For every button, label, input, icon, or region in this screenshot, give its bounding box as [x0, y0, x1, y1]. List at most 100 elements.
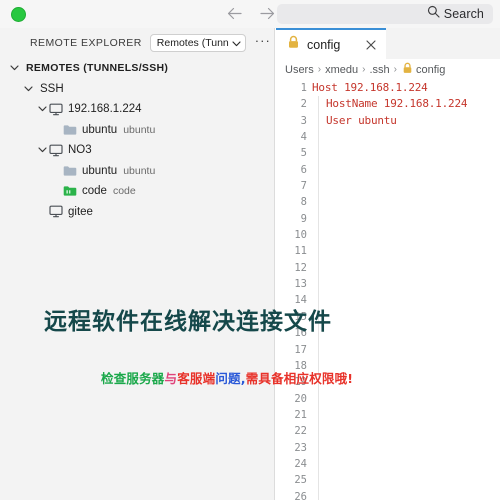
breadcrumb[interactable]: Users › xmedu › .ssh › config [276, 59, 500, 80]
remotes-dropdown[interactable]: Remotes (Tunnel: [149, 34, 246, 52]
line-number: 24 [294, 457, 307, 470]
tree-item-ubuntu[interactable]: ubuntu ubuntu [0, 120, 275, 141]
code-line[interactable]: 7 [276, 178, 500, 195]
watermark-subline-segment: 问题, [215, 371, 246, 386]
navigation-buttons [226, 4, 276, 22]
forward-icon[interactable] [258, 4, 276, 22]
sidebar-title: REMOTE EXPLORER [30, 37, 142, 49]
chevron-down-icon [232, 34, 241, 52]
chevron-down-icon[interactable] [8, 62, 21, 75]
indent-guide [318, 243, 319, 260]
code-text: User ubuntu [326, 113, 397, 127]
chevron-down-icon[interactable] [22, 82, 35, 95]
code-line[interactable]: 6 [276, 161, 500, 179]
close-icon[interactable] [365, 39, 377, 51]
watermark-subline-segment: 客服端 [177, 371, 216, 386]
search-icon [427, 5, 440, 23]
indent-guide [318, 406, 319, 424]
chevron-placeholder [50, 185, 63, 198]
sidebar-more-actions-button[interactable]: ··· [255, 34, 271, 50]
tree-item-ubuntu[interactable]: ubuntu ubuntu [0, 161, 275, 182]
breadcrumb-item[interactable]: .ssh [369, 64, 389, 76]
code-line[interactable]: 20 [276, 390, 500, 407]
chevron-down-icon[interactable] [36, 144, 49, 157]
code-line[interactable]: 12 [276, 259, 500, 277]
line-number: 8 [300, 196, 307, 209]
back-icon[interactable] [226, 4, 244, 22]
breadcrumb-separator-icon: › [362, 64, 366, 75]
line-number: 20 [294, 392, 307, 405]
sidebar: REMOTE EXPLORER Remotes (Tunnel: ··· REM… [0, 28, 275, 500]
tree-item-remotes-tunnels-ssh[interactable]: REMOTES (TUNNELS/SSH) [0, 58, 275, 79]
monitor-icon [49, 205, 63, 219]
code-text: Host 192.168.1.224 [312, 81, 428, 94]
line-number: 23 [294, 441, 307, 454]
breadcrumb-item[interactable]: xmedu [325, 64, 358, 76]
code-line[interactable]: 21 [276, 406, 500, 424]
code-line[interactable]: 8 [276, 194, 500, 211]
breadcrumb-item[interactable]: Users [285, 64, 314, 76]
monitor-icon [49, 143, 63, 157]
lock-icon [402, 62, 413, 77]
tree-item-code[interactable]: code code [0, 181, 275, 202]
line-number: 4 [300, 131, 307, 144]
indent-guide [318, 210, 319, 228]
code-line[interactable]: 17 [276, 341, 500, 358]
tree-item-192.168.1.224[interactable]: 192.168.1.224 [0, 99, 275, 120]
tree-item-gitee[interactable]: gitee [0, 202, 275, 223]
window-close-traffic-light[interactable] [11, 7, 26, 22]
breadcrumb-separator-icon: › [393, 64, 397, 75]
tree-item-ssh[interactable]: SSH [0, 79, 275, 100]
chevron-placeholder [36, 205, 49, 218]
line-number: 5 [300, 147, 307, 160]
tree-item-label: SSH [40, 82, 64, 95]
watermark-headline: 远程软件在线解决连接文件 [44, 308, 332, 335]
code-line[interactable]: 22 [276, 423, 500, 440]
code-line[interactable]: 1 Host 192.168.1.224 [276, 80, 500, 96]
code-line[interactable]: 4 [276, 129, 500, 146]
code-line[interactable]: 26 [276, 488, 500, 500]
search-input[interactable]: Search [277, 4, 493, 24]
breadcrumb-item[interactable]: config [416, 64, 445, 76]
line-number: 21 [294, 408, 307, 421]
line-number: 13 [294, 278, 307, 291]
code-line[interactable]: 10 [276, 227, 500, 244]
indent-guide [318, 439, 319, 456]
folder-icon [63, 164, 77, 178]
tab-config-label: config [307, 37, 341, 52]
folder-icon [63, 123, 77, 137]
code-line[interactable]: 3 User ubuntu [276, 112, 500, 130]
tab-config[interactable]: config [276, 28, 386, 59]
code-line[interactable]: 25 [276, 472, 500, 489]
code-editor[interactable]: 1 Host 192.168.1.224 2 HostName 192.168.1.2… [276, 80, 500, 500]
tree-item-label: REMOTES (TUNNELS/SSH) [26, 62, 169, 75]
line-number: 26 [294, 490, 307, 500]
code-text: HostName 192.168.1.224 [326, 97, 468, 111]
search-label: Search [443, 7, 484, 21]
code-line[interactable]: 11 [276, 243, 500, 260]
code-line[interactable]: 9 [276, 210, 500, 228]
tree-item-no3[interactable]: NO3 [0, 140, 275, 161]
indent-guide [318, 276, 319, 293]
indent-guide [318, 145, 319, 162]
indent-guide [318, 455, 319, 473]
folder-green-icon [63, 184, 77, 198]
sidebar-header: REMOTE EXPLORER Remotes (Tunnel: ··· [0, 28, 275, 58]
code-line[interactable]: 24 [276, 455, 500, 473]
chevron-placeholder [50, 164, 63, 177]
line-number: 3 [300, 114, 307, 127]
line-number: 7 [300, 180, 307, 193]
code-line[interactable]: 23 [276, 439, 500, 456]
line-number: 6 [300, 163, 307, 176]
chevron-placeholder [50, 123, 63, 136]
code-line[interactable]: 2 HostName 192.168.1.224 [276, 96, 500, 113]
code-line[interactable]: 5 [276, 145, 500, 162]
line-number: 11 [294, 245, 307, 258]
indent-guide [318, 488, 319, 500]
title-bar: Search [0, 0, 500, 28]
tab-bar: config [276, 28, 500, 59]
tree-item-label: code [82, 185, 107, 198]
code-line[interactable]: 13 [276, 276, 500, 293]
tree-item-label: gitee [68, 205, 93, 218]
chevron-down-icon[interactable] [36, 103, 49, 116]
